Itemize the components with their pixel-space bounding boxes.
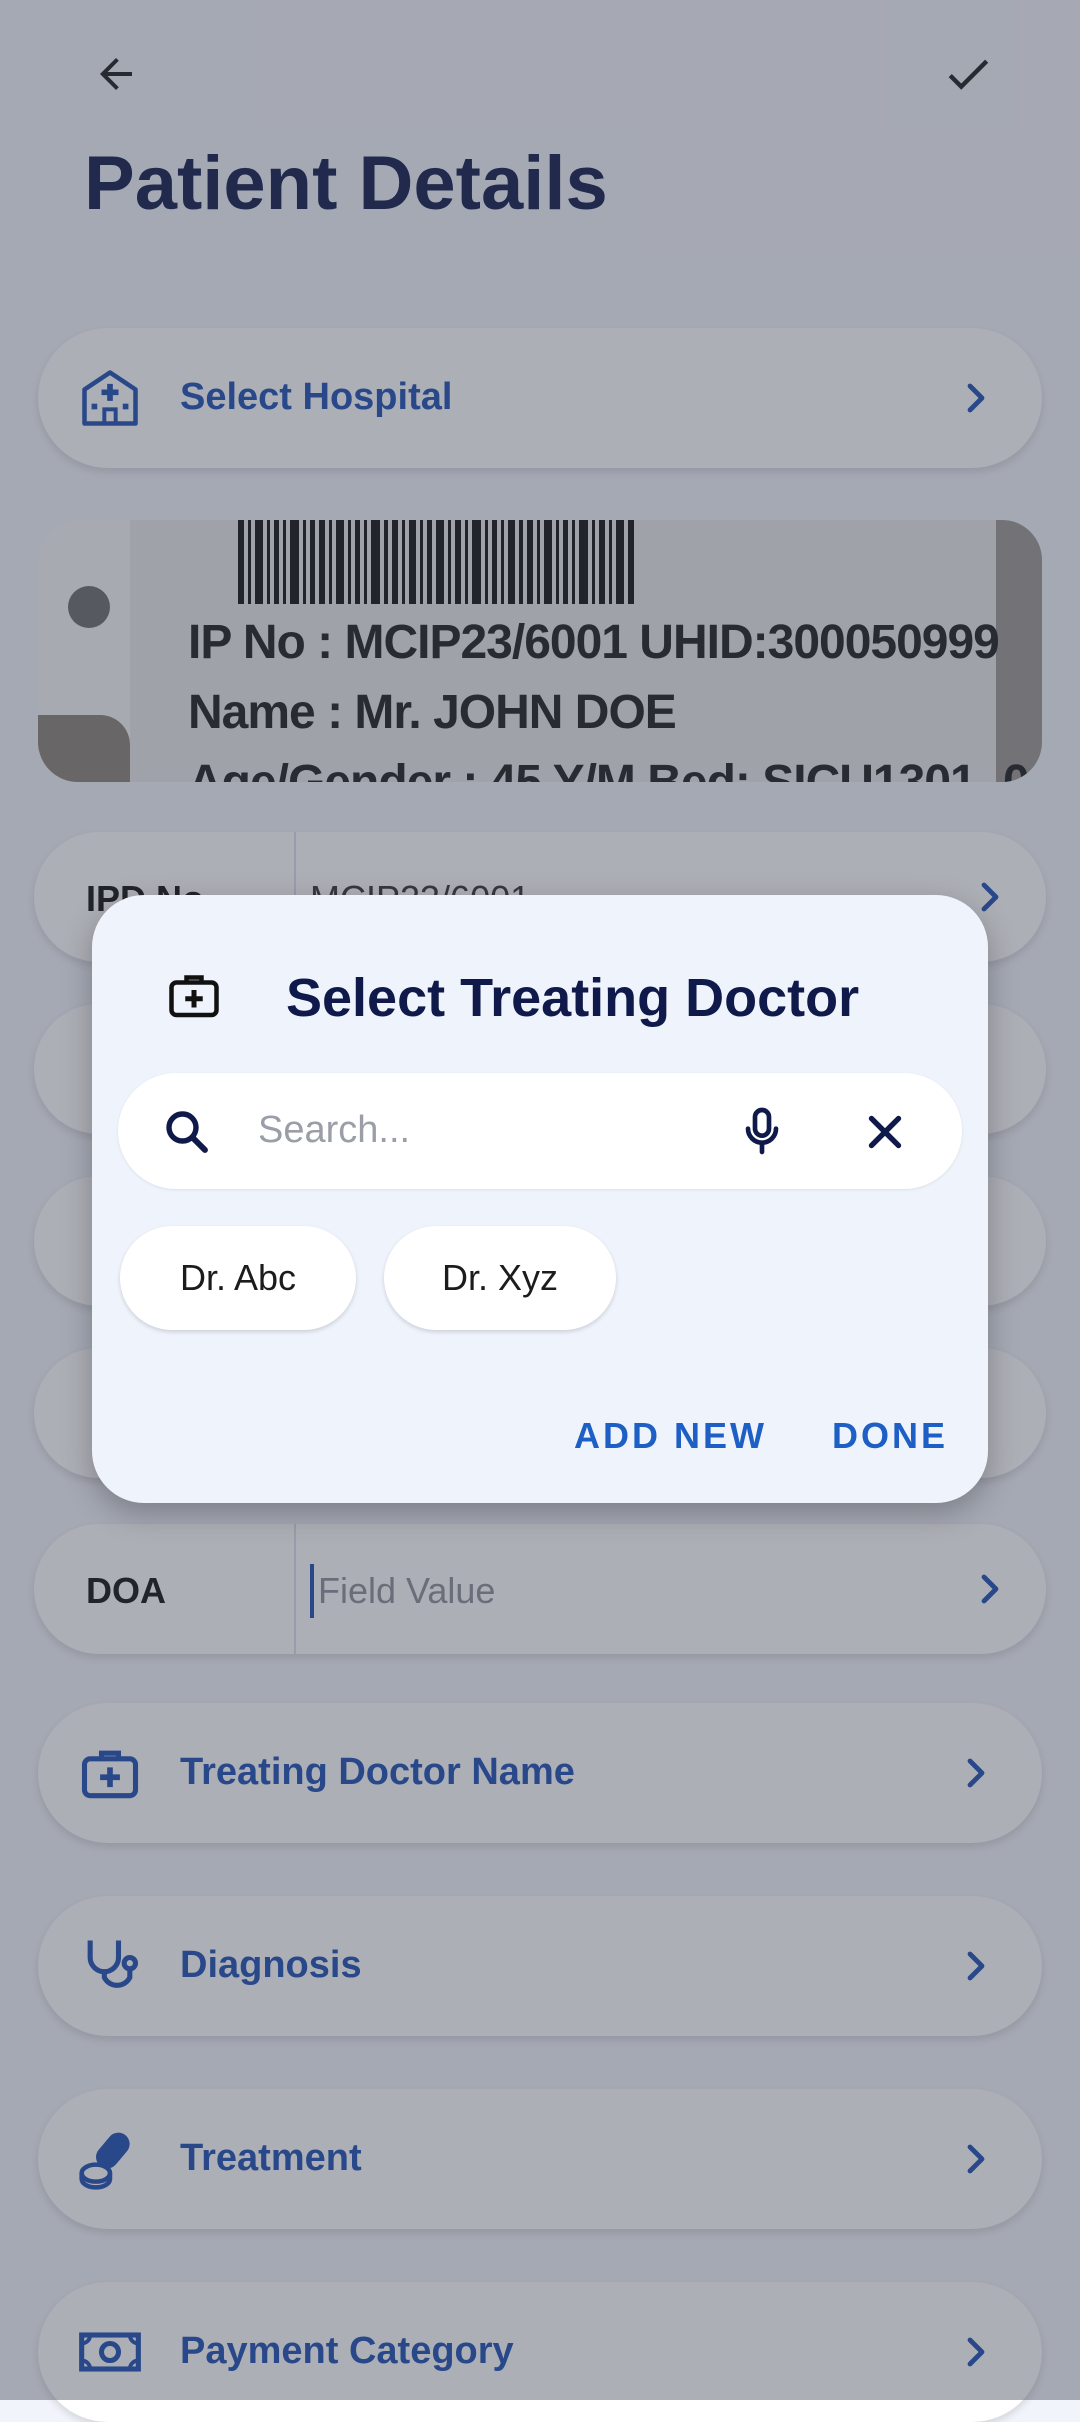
dialog-title: Select Treating Doctor xyxy=(286,968,860,1028)
done-button[interactable]: DONE xyxy=(832,1415,948,1457)
search-input[interactable] xyxy=(256,1099,700,1161)
add-new-button[interactable]: ADD NEW xyxy=(574,1415,767,1457)
microphone-icon[interactable] xyxy=(734,1103,790,1159)
doctor-chip[interactable]: Dr. Xyz xyxy=(384,1226,616,1330)
close-icon[interactable] xyxy=(858,1105,912,1159)
medical-bag-icon xyxy=(169,975,219,1018)
search-icon xyxy=(166,1111,208,1153)
doctor-search-bar[interactable] xyxy=(118,1073,962,1189)
doctor-chip[interactable]: Dr. Abc xyxy=(120,1226,356,1330)
select-doctor-dialog: Select Treating Doctor Dr. Abc Dr. Xyz A… xyxy=(92,895,988,1503)
